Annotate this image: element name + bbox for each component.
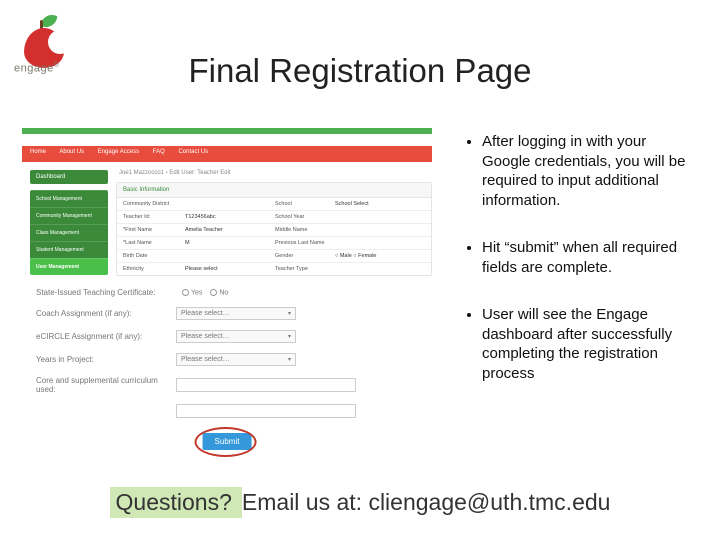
sc-sidebar-item-active: User Management: [30, 258, 108, 275]
sc-nav-item: Contact Us: [178, 149, 208, 155]
sc-label: *First Name: [123, 227, 185, 233]
sc-label: Gender: [275, 253, 335, 259]
bullet-item: Hit “submit” when all required fields ar…: [482, 238, 698, 277]
sc-panel-header: Basic Information: [117, 183, 431, 198]
footer-contact: Questions? Email us at: cliengage@uth.tm…: [0, 487, 720, 518]
sc-select: Please select…: [176, 330, 296, 343]
sc-label: Birth Date: [123, 253, 185, 259]
sc-cert-radios: Yes No: [176, 289, 228, 296]
sc-nav-item: Engage Access: [98, 149, 139, 155]
radio-icon: [182, 289, 189, 296]
sc-ext-row: Years in Project: Please select…: [36, 353, 424, 366]
sc-sidebar-item: Community Management: [30, 207, 108, 224]
sc-label: *Last Name: [123, 240, 185, 246]
sc-extended-form: State-Issued Teaching Certificate: Yes N…: [36, 288, 424, 428]
sc-nav-item: FAQ: [153, 149, 165, 155]
sc-label: School Year: [275, 214, 335, 220]
sc-cert-row: State-Issued Teaching Certificate: Yes N…: [36, 288, 424, 297]
sc-dashboard-item: Dashboard: [30, 170, 108, 184]
sc-value: [335, 266, 425, 272]
sc-basic-info-panel: Basic Information Community District Sch…: [116, 182, 432, 276]
page-title: Final Registration Page: [0, 52, 720, 90]
sc-ext-label: Years in Project:: [36, 355, 176, 364]
sc-label: Teacher Id:: [123, 214, 185, 220]
sc-ext-label: Core and supplemental curriculum used:: [36, 376, 176, 394]
sc-value: T123456abc: [185, 214, 275, 220]
sc-select: Please select…: [176, 353, 296, 366]
sc-cert-label: State-Issued Teaching Certificate:: [36, 288, 176, 297]
sc-row: *First Name Amelia Teacher Middle Name: [117, 224, 431, 237]
sc-nav-item: About Us: [59, 149, 84, 155]
sc-ext-label: eCIRCLE Assignment (if any):: [36, 332, 176, 341]
sc-breadcrumb: Joe1 Mazzocco1 › Edit User: Teacher Edit: [116, 170, 432, 176]
sc-ext-label: Coach Assignment (if any):: [36, 309, 176, 318]
sc-select: Please select…: [176, 307, 296, 320]
bullet-item: User will see the Engage dashboard after…: [482, 305, 698, 383]
sc-green-bar: [22, 128, 432, 134]
bullet-item: After logging in with your Google creden…: [482, 132, 698, 210]
sc-sidebar: Dashboard School Management Community Ma…: [30, 170, 108, 275]
radio-icon: [210, 289, 217, 296]
registration-screenshot: Home About Us Engage Access FAQ Contact …: [22, 128, 432, 454]
sc-ext-row: Core and supplemental curriculum used:: [36, 376, 424, 394]
sc-nav-item: Home: [30, 149, 46, 155]
sc-label: Community District: [123, 201, 185, 207]
sc-row: Ethnicity Please select Teacher Type: [117, 263, 431, 275]
apple-bite-icon: [48, 30, 72, 54]
sc-value: [185, 253, 275, 259]
sc-value: M: [185, 240, 275, 246]
instruction-bullets: After logging in with your Google creden…: [466, 132, 698, 411]
sc-value: Please select: [185, 266, 275, 272]
sc-ext-row: [36, 404, 424, 418]
sc-sidebar-item: Student Management: [30, 241, 108, 258]
sc-main: Joe1 Mazzocco1 › Edit User: Teacher Edit…: [116, 170, 432, 282]
sc-submit-wrap: Submit: [203, 433, 252, 450]
sc-row: Birth Date Gender ○ Male ○ Female: [117, 250, 431, 263]
sc-radio-label: No: [219, 289, 228, 296]
sc-sidebar-item: Class Management: [30, 224, 108, 241]
sc-value: School Select: [335, 201, 425, 207]
footer-lead: Questions?: [110, 487, 242, 518]
sc-row: *Last Name M Previous Last Name: [117, 237, 431, 250]
sc-ext-row: Coach Assignment (if any): Please select…: [36, 307, 424, 320]
sc-text-input: [176, 378, 356, 392]
sc-value: [335, 214, 425, 220]
sc-label: Teacher Type: [275, 266, 335, 272]
sc-value: [185, 201, 275, 207]
sc-value: Amelia Teacher: [185, 227, 275, 233]
sc-text-input: [176, 404, 356, 418]
sc-value: [335, 227, 425, 233]
sc-sidebar-item: School Management: [30, 190, 108, 207]
sc-nav: Home About Us Engage Access FAQ Contact …: [30, 149, 220, 155]
submit-button: Submit: [203, 433, 252, 450]
sc-label: Middle Name: [275, 227, 335, 233]
sc-label: Ethnicity: [123, 266, 185, 272]
sc-value: [335, 240, 425, 246]
sc-ext-row: eCIRCLE Assignment (if any): Please sele…: [36, 330, 424, 343]
sc-row: Teacher Id: T123456abc School Year: [117, 211, 431, 224]
sc-label: Previous Last Name: [275, 240, 335, 246]
footer-rest: Email us at: cliengage@uth.tmc.edu: [242, 489, 611, 515]
sc-value: ○ Male ○ Female: [335, 253, 425, 259]
sc-label: School: [275, 201, 335, 207]
sc-row: Community District School School Select: [117, 198, 431, 211]
sc-radio-label: Yes: [191, 289, 202, 296]
